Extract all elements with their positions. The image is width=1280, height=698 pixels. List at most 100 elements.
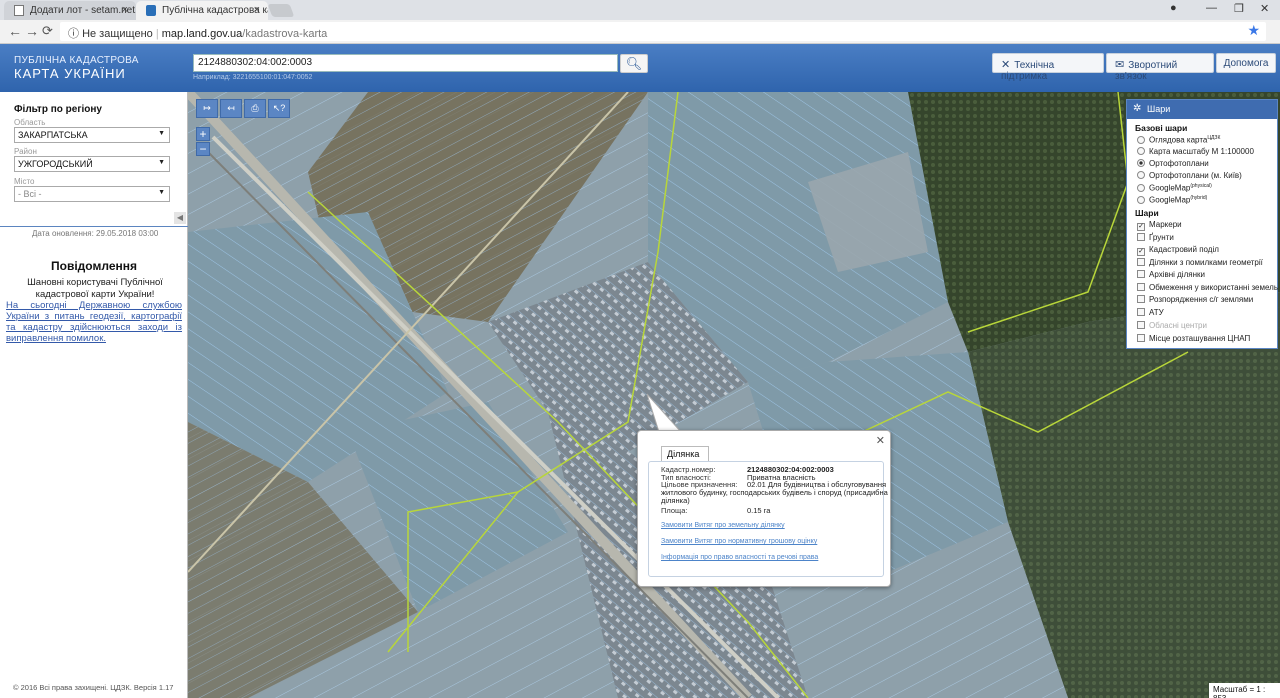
layer-label: Ґрунти xyxy=(1149,233,1174,242)
purpose-row: Цільове призначення: 02.01 Для будівництв… xyxy=(661,481,889,505)
layer-label: GoogleMap xyxy=(1149,183,1191,193)
feedback-button[interactable]: ✉ Зворотний зв'язок xyxy=(1106,53,1214,82)
browser-tab-kadastr[interactable]: Публічна кадастрова ка × xyxy=(136,1,268,20)
order-valuation-link[interactable]: Замовити Витяг про нормативну грошову оц… xyxy=(661,538,817,545)
ownership-info-link[interactable]: Інформація про право власності та речові… xyxy=(661,554,818,561)
measure-area-icon[interactable]: ↤ xyxy=(220,99,242,118)
base-layer-orthophoto[interactable]: Ортофотоплани xyxy=(1137,159,1209,168)
parcel-info-popup: ✕ Ділянка Кадастр.номер: 2124880302:04:00… xyxy=(637,430,891,587)
dropdown-arrow-icon: ▼ xyxy=(158,130,165,137)
map-toolbar: ↦ ↤ ⎙ ↖? xyxy=(196,99,290,118)
overlay-layers-title: Шари xyxy=(1135,208,1159,218)
browser-tab-strip: Додати лот - setam.net.u × Публічна када… xyxy=(0,0,1280,20)
raion-select[interactable]: УЖГОРОДСЬКИЙ ▼ xyxy=(14,156,170,172)
layer-sup: ЦДЗК xyxy=(1207,135,1221,141)
layer-label: Ділянки з помилками геометрії xyxy=(1149,258,1263,267)
search-hint: Наприклад: 3221655100:01:047:0052 xyxy=(193,74,313,81)
layer-label: Архівні ділянки xyxy=(1149,270,1205,279)
layer-atu[interactable]: АТУ xyxy=(1137,308,1164,317)
url-field[interactable]: ⓘ Не защищено | map.land.gov.ua/kadastro… xyxy=(60,22,1266,41)
forward-arrow-icon[interactable]: → xyxy=(25,23,39,39)
reload-icon[interactable]: ⟳ xyxy=(42,23,53,39)
base-layer-googlemap-physical[interactable]: GoogleMap(physical) xyxy=(1137,183,1212,193)
profile-icon[interactable]: ● xyxy=(1170,2,1177,14)
base-layer-orthophoto-kyiv[interactable]: Ортофотоплани (м. Київ) xyxy=(1137,171,1242,180)
layer-markers[interactable]: ✓ Маркери xyxy=(1137,220,1182,231)
checkbox-icon xyxy=(1137,321,1145,329)
zoom-out-button[interactable]: − xyxy=(196,142,210,156)
layer-label: Розпорядження с/г землями xyxy=(1149,295,1254,304)
tools-icon: ✕ xyxy=(1001,59,1011,71)
layer-label: Ортофотоплани xyxy=(1149,159,1209,168)
radio-icon xyxy=(1137,195,1145,204)
base-layer-overview[interactable]: Оглядова картаЦДЗК xyxy=(1137,135,1220,145)
dropdown-arrow-icon: ▼ xyxy=(158,159,165,166)
zoom-in-button[interactable]: + xyxy=(196,127,210,141)
tech-support-button[interactable]: ✕ Технічна підтримка xyxy=(992,53,1104,82)
checkbox-icon xyxy=(1137,308,1145,316)
close-icon[interactable]: ✕ xyxy=(876,434,885,447)
measure-distance-icon[interactable]: ↦ xyxy=(196,99,218,118)
tab-close-icon[interactable]: × xyxy=(254,4,260,16)
window-close-icon[interactable]: ✕ xyxy=(1260,2,1269,15)
layer-soils[interactable]: Ґрунти xyxy=(1137,233,1174,242)
layers-panel-header[interactable]: ✲ Шари xyxy=(1127,100,1277,119)
checkbox-checked-icon: ✓ xyxy=(1137,248,1145,256)
base-layer-googlemap-hybrid[interactable]: GoogleMap(hybrid) xyxy=(1137,195,1207,205)
parcel-details: Кадастр.номер: 2124880302:04:002:0003 Тип… xyxy=(648,461,888,577)
layer-geometry-errors[interactable]: Ділянки з помилками геометрії xyxy=(1137,258,1263,267)
layer-restrictions[interactable]: Обмеження у використанні земель xyxy=(1137,283,1278,292)
back-arrow-icon[interactable]: ← xyxy=(8,23,22,39)
misto-label: Місто xyxy=(14,177,35,186)
layer-label: Обласні центри xyxy=(1149,321,1207,330)
help-label: Допомога xyxy=(1223,58,1269,69)
radio-icon xyxy=(1137,171,1145,179)
layer-archive[interactable]: Архівні ділянки xyxy=(1137,270,1205,279)
order-extract-link[interactable]: Замовити Витяг про земельну ділянку xyxy=(661,522,785,529)
layer-label: АТУ xyxy=(1149,308,1164,317)
restore-icon[interactable]: ❐ xyxy=(1234,2,1244,15)
notice-link[interactable]: На сьогодні Державною службою України з … xyxy=(6,300,182,344)
identify-cursor-icon[interactable]: ↖? xyxy=(268,99,290,118)
raion-value: УЖГОРОДСЬКИЙ xyxy=(18,159,93,169)
radio-icon xyxy=(1137,147,1145,155)
new-tab-button[interactable] xyxy=(267,4,295,17)
sidebar-divider xyxy=(0,226,188,227)
layers-panel: ✲ Шари Базові шари Оглядова картаЦДЗК Ка… xyxy=(1126,99,1278,349)
checkbox-checked-icon: ✓ xyxy=(1137,223,1145,231)
browser-tab-setam[interactable]: Додати лот - setam.net.u × xyxy=(4,1,136,20)
map-scale: Масштаб = 1 : 853 xyxy=(1209,683,1280,698)
area-value: 0.15 га xyxy=(747,506,771,515)
radio-icon xyxy=(1137,183,1145,192)
oblast-select[interactable]: ЗАКАРПАТСЬКА ▼ xyxy=(14,127,170,143)
tab-title: Публічна кадастрова ка xyxy=(162,5,268,16)
layer-cnap[interactable]: Місце розташування ЦНАП xyxy=(1137,334,1250,343)
base-layer-100000[interactable]: Карта масштабу М 1:100000 xyxy=(1137,147,1254,156)
help-button[interactable]: Допомога xyxy=(1216,53,1276,73)
layer-cadastral[interactable]: ✓ Кадастровий поділ xyxy=(1137,245,1219,256)
area-row: Площа: 0.15 га xyxy=(661,506,770,515)
cadastral-search-input[interactable]: 2124880302:04:002:0003 xyxy=(193,54,618,72)
layer-label: Обмеження у використанні земель xyxy=(1149,283,1278,292)
misto-select[interactable]: - Всі - ▼ xyxy=(14,186,170,202)
copyright: © 2016 Всі права захищені. ЦДЗК. Версія … xyxy=(13,683,174,692)
search-button[interactable]: 🔍︎ xyxy=(620,54,648,73)
row-key: Площа: xyxy=(661,506,688,515)
tab-close-icon[interactable]: × xyxy=(122,4,128,16)
info-icon[interactable]: ⓘ xyxy=(68,28,79,40)
minimize-icon[interactable]: — xyxy=(1206,2,1217,14)
print-icon[interactable]: ⎙ xyxy=(244,99,266,118)
cadastral-map[interactable]: ↦ ↤ ⎙ ↖? + − ✲ Шари Базові шари Оглядова… xyxy=(188,92,1280,698)
layer-agri-orders[interactable]: Розпорядження с/г землями xyxy=(1137,295,1253,304)
layer-label: Оглядова карта xyxy=(1149,135,1208,145)
tab-parcel[interactable]: Ділянка xyxy=(661,446,709,461)
radio-selected-icon xyxy=(1137,159,1145,167)
envelope-icon: ✉ xyxy=(1115,59,1125,71)
tab-title: Додати лот - setam.net.u xyxy=(30,5,136,16)
layer-regional-centers: Обласні центри xyxy=(1137,321,1207,330)
raion-label: Район xyxy=(14,147,37,156)
bookmark-star-icon[interactable]: ★ xyxy=(1247,22,1260,39)
dropdown-arrow-icon: ▼ xyxy=(158,189,165,196)
collapse-sidebar-icon[interactable]: ◀ xyxy=(174,212,186,224)
oblast-label: Область xyxy=(14,118,46,127)
